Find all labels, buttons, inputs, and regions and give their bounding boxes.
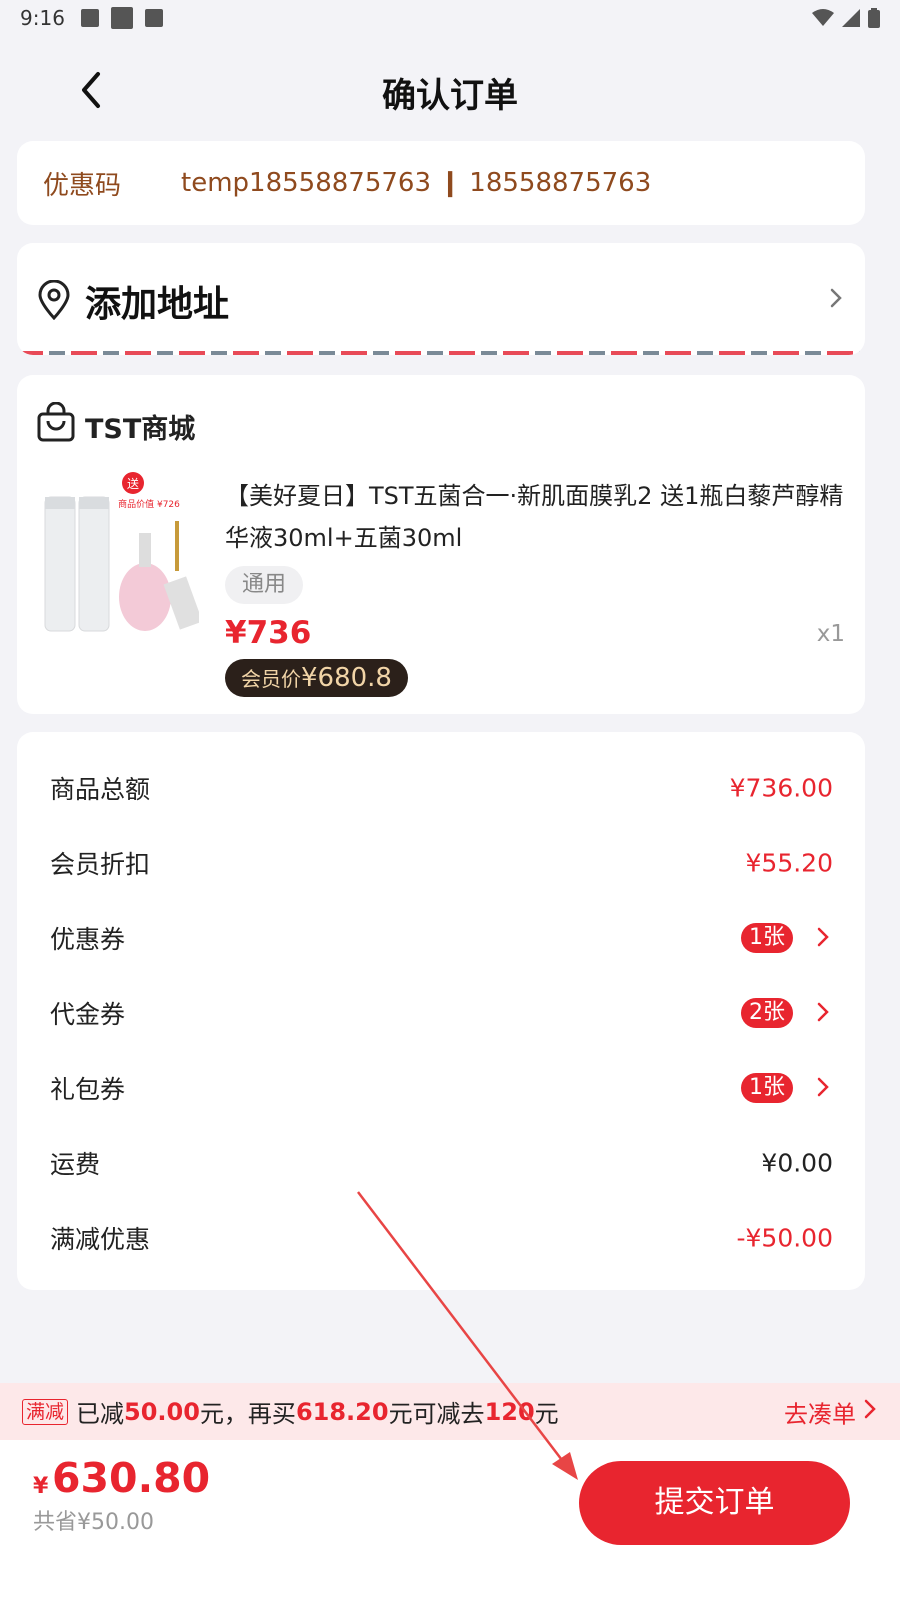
- image-notification-icon: [80, 9, 99, 27]
- font-notification-icon: [144, 9, 163, 27]
- promo-amount: 120: [484, 1397, 535, 1426]
- battery-icon: [868, 8, 880, 28]
- checkout-footer: ¥ 630.80 共省¥50.00 提交订单: [0, 1440, 900, 1600]
- coupon-count-badge: 1张: [741, 922, 793, 953]
- status-time: 9:16: [20, 6, 65, 30]
- location-pin-icon: [38, 280, 70, 320]
- add-address-label: 添加地址: [85, 284, 230, 325]
- add-address-card[interactable]: 添加地址: [17, 243, 865, 355]
- summary-label: 优惠券: [50, 924, 126, 954]
- order-summary-card: 商品总额 ¥736.00 会员折扣 ¥55.20 优惠券 1张 代金券 2张 礼…: [17, 732, 865, 1290]
- gift-coupon-count-badge: 1张: [741, 1072, 793, 1103]
- total-saved: 共省¥50.00: [33, 1510, 154, 1535]
- page-title: 确认订单: [382, 76, 518, 116]
- chevron-right-icon: [817, 927, 829, 946]
- submit-order-button[interactable]: 提交订单: [579, 1461, 850, 1545]
- store-product-card: TST商城 送 商品价值 ¥726 【美好夏日】TST五菌合一·新肌面膜乳2 送…: [17, 375, 865, 714]
- summary-row-goods-total: 商品总额 ¥736.00: [17, 750, 865, 825]
- coupon-code-label: 优惠码: [43, 170, 122, 201]
- summary-value: ¥55.20: [745, 848, 833, 877]
- summary-label: 运费: [50, 1149, 101, 1179]
- shopping-bag-icon: [37, 402, 75, 442]
- add-more-items-link[interactable]: 去凑单: [784, 1394, 856, 1429]
- summary-row-coupon[interactable]: 优惠券 1张: [17, 900, 865, 975]
- product-tag: 通用: [225, 566, 304, 604]
- coupon-code-card: 优惠码 temp18558875763 ❙ 18558875763: [17, 141, 865, 225]
- product-image[interactable]: 送 商品价值 ¥726: [41, 471, 199, 641]
- chevron-right-icon: [817, 1002, 829, 1021]
- promo-amount: 50.00: [124, 1397, 200, 1426]
- square-notification-icon: [110, 7, 133, 29]
- summary-row-gift-coupon[interactable]: 礼包券 1张: [17, 1050, 865, 1125]
- summary-value: ¥0.00: [761, 1148, 833, 1177]
- summary-value: -¥50.00: [736, 1223, 834, 1252]
- summary-label: 会员折扣: [50, 849, 151, 879]
- product-quantity: x1: [816, 621, 845, 647]
- product-price: ¥736: [225, 615, 312, 651]
- summary-label: 代金券: [50, 999, 126, 1029]
- coupon-code-value: temp18558875763 ❙ 18558875763: [181, 168, 652, 198]
- member-price-badge: 会员价¥680.8: [225, 659, 408, 697]
- chevron-right-icon: [817, 1077, 829, 1096]
- signal-icon: [842, 9, 860, 27]
- summary-label: 礼包券: [50, 1074, 126, 1104]
- voucher-count-badge: 2张: [741, 997, 793, 1028]
- promo-text: 元，再买: [199, 1400, 296, 1428]
- summary-label: 满减优惠: [50, 1224, 151, 1254]
- envelope-stripe-divider: [17, 351, 865, 355]
- status-bar: 9:16: [0, 0, 900, 36]
- full-reduction-promo-bar: 满减 已减 50.00 元，再买 618.20 元可减去 120 元 去凑单: [0, 1383, 900, 1440]
- summary-value: ¥736.00: [729, 773, 833, 802]
- gift-label: 送: [127, 476, 139, 491]
- promo-text: 元可减去: [388, 1400, 485, 1428]
- product-title[interactable]: 【美好夏日】TST五菌合一·新肌面膜乳2 送1瓶白藜芦醇精华液30ml+五菌30…: [225, 475, 855, 559]
- member-price-value: ¥680.8: [301, 663, 392, 693]
- promo-amount: 618.20: [295, 1397, 389, 1426]
- summary-row-member-discount: 会员折扣 ¥55.20: [17, 825, 865, 900]
- promo-text: 已减: [76, 1400, 125, 1428]
- promo-text: 元: [534, 1400, 559, 1428]
- summary-label: 商品总额: [50, 774, 151, 804]
- summary-row-full-reduction: 满减优惠 -¥50.00: [17, 1200, 865, 1275]
- total-amount: 630.80: [52, 1454, 211, 1502]
- top-nav-bar: 确认订单: [0, 56, 900, 126]
- wifi-icon: [812, 9, 834, 26]
- chevron-right-icon: [864, 1399, 876, 1419]
- total-currency: ¥: [33, 1474, 49, 1499]
- store-name: TST商城: [85, 414, 196, 445]
- promo-tag: 满减: [22, 1398, 69, 1425]
- product-value-label: 商品价值 ¥726: [118, 498, 180, 510]
- chevron-right-icon: [830, 288, 842, 308]
- summary-row-voucher[interactable]: 代金券 2张: [17, 975, 865, 1050]
- member-price-label: 会员价: [241, 667, 301, 691]
- summary-row-shipping: 运费 ¥0.00: [17, 1125, 865, 1200]
